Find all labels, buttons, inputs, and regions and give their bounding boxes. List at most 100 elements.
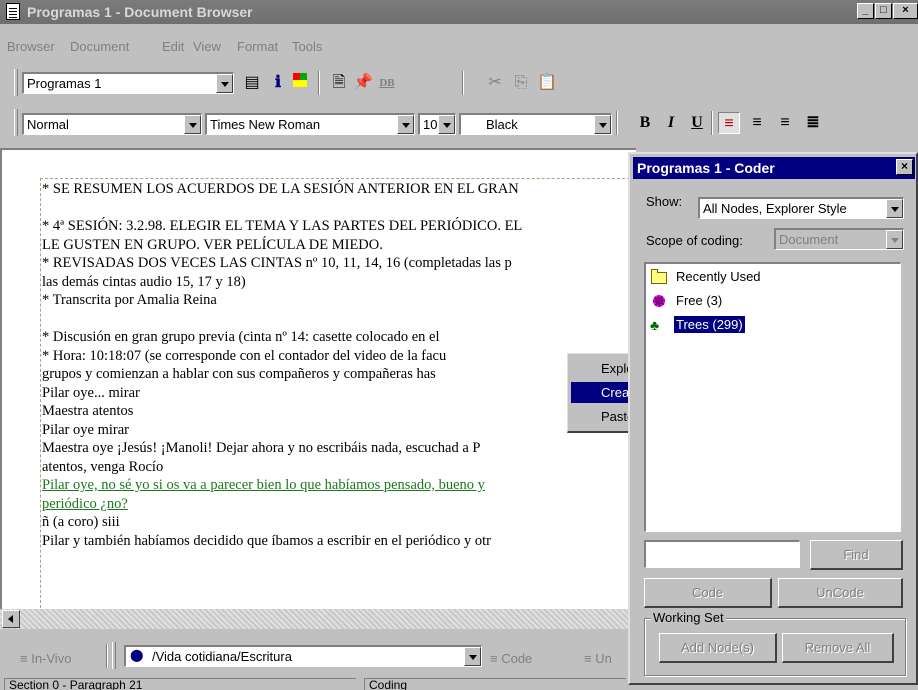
style-select[interactable]: Normal [22,113,202,135]
text-line: * Transcrita por Amalia Reina [42,292,217,308]
remove-all-button[interactable]: Remove All [782,633,894,663]
menu-edit[interactable]: Edit [162,39,184,54]
free-node-icon [650,293,668,309]
text-line: LE GUSTEN EN GRUPO. VER PELÍCULA DE MIED… [42,236,383,253]
toolbar-grip[interactable] [112,642,116,669]
uncode-button[interactable]: ≡ Un [584,651,612,666]
node-recently-used[interactable]: Recently Used [650,268,763,288]
menu-view[interactable]: View [193,39,221,54]
scroll-left-button[interactable] [2,610,20,628]
lines-icon: ≡ [490,651,502,666]
text-line: Pilar y también habíamos decidido que íb… [42,532,491,549]
nodes-grid-icon[interactable] [289,72,311,94]
working-set-label: Working Set [651,610,726,625]
text-line: grupos y comienzan a hablar con sus comp… [42,366,436,382]
document-text[interactable]: * SE RESUMEN LOS ACUERDOS DE LA SESIÓN A… [42,180,636,620]
title-bar: Programas 1 - Document Browser _ □ × [0,0,918,24]
node-icon: ⬤ [130,648,144,662]
show-select[interactable]: All Nodes, Explorer Style [698,197,904,219]
add-nodes-button[interactable]: Add Node(s) [659,633,777,663]
align-center-icon[interactable]: ≡ [746,112,768,134]
window-title: Programas 1 - Document Browser [27,4,253,20]
text-line: * SE RESUMEN LOS ACUERDOS DE LA SESIÓN A… [42,181,519,197]
chevron-down-icon[interactable] [438,115,455,134]
cut-icon[interactable]: ✂ [484,72,506,94]
align-justify-icon[interactable]: ≣ [802,112,824,134]
node-path-select[interactable]: ⬤ /Vida cotidiana/Escritura [124,645,482,667]
menu-bar: Browser Document Edit View Format Tools [0,36,918,60]
text-line: Maestra oye ¡Jesús! ¡Manoli! Dejar ahora… [42,440,481,456]
document-select[interactable]: Programas 1 [22,72,234,94]
coder-window: Programas 1 - Coder × Show: All Nodes, E… [628,152,918,685]
text-line: * REVISADAS DOS VECES LAS CINTAS nº 10, … [42,255,512,271]
main-toolbar: Programas 1 ▤ ℹ 🗎 📌 DB ✂ ⎘ 📋 [0,64,918,100]
toolbar-separator [616,111,618,135]
toolbar-separator [462,71,464,95]
format-toolbar: Normal Times New Roman 10 Black B I U ≡ … [0,104,918,140]
chevron-down-icon[interactable] [464,647,481,666]
invivo-button[interactable]: ≡ In-Vivo [20,651,71,666]
working-set-group: Working Set Add Node(s) Remove All [644,610,906,676]
text-line: * Discusión en gran grupo previa (cinta … [42,329,440,345]
toolbar-grip[interactable] [14,69,18,96]
close-button[interactable]: × [896,159,913,175]
chevron-down-icon[interactable] [886,199,903,218]
document-icon [6,3,20,20]
maximize-button[interactable]: □ [875,3,892,19]
browse-book-icon[interactable]: ▤ [241,72,263,94]
code-button[interactable]: ≡ Code [490,651,532,666]
bold-button[interactable]: B [634,112,656,134]
font-select[interactable]: Times New Roman [205,113,415,135]
paste-icon[interactable]: 📋 [536,72,558,94]
chevron-down-icon[interactable] [594,115,611,134]
find-input[interactable] [644,540,800,568]
font-size-select[interactable]: 10 [418,113,456,135]
document-icon[interactable]: 🗎 [328,72,350,94]
text-line: * Hora: 10:18:07 (se corresponde con el … [42,347,447,364]
coded-text-line[interactable]: periódico ¿no? [42,495,636,514]
toolbar-grip[interactable] [14,109,18,136]
text-line [42,199,636,218]
align-right-icon[interactable]: ≡ [774,112,796,134]
text-line: Pilar oye mirar [42,421,129,438]
chevron-down-icon[interactable] [886,230,903,249]
chevron-down-icon[interactable] [216,74,233,93]
chevron-down-icon[interactable] [184,115,201,134]
menu-format[interactable]: Format [237,39,278,54]
node-trees[interactable]: ♣ Trees (299) [650,315,746,336]
chevron-down-icon[interactable] [397,115,414,134]
coded-text-line[interactable]: Pilar oye, no sé yo si os va a parecer b… [42,476,636,495]
text-line: Pilar oye... mirar [42,384,140,401]
database-icon[interactable]: DB [376,72,398,94]
status-coding: Coding [364,678,626,690]
underline-button[interactable]: U [686,112,708,134]
text-line: * 4ª SESIÓN: 3.2.98. ELEGIR EL TEMA Y LA… [42,218,523,234]
text-line: ñ (a coro) siii [42,514,120,530]
horizontal-scrollbar[interactable] [0,609,636,629]
status-position: Section 0 - Paragraph 21 [4,678,356,690]
node-tree[interactable]: Recently Used Free (3) ♣ Trees (299) [644,262,901,532]
pushpin-icon[interactable]: 📌 [352,72,374,94]
align-left-icon[interactable]: ≡ [718,112,740,134]
toolbar-separator [318,71,320,95]
node-free[interactable]: Free (3) [650,292,724,312]
tree-icon: ♣ [650,316,660,333]
uncode-button[interactable]: UnCode [778,578,903,608]
scope-select[interactable]: Document [774,228,904,250]
menu-document[interactable]: Document [70,39,129,54]
toolbar-separator [106,644,108,668]
info-icon[interactable]: ℹ [267,72,289,94]
coder-title-bar: Programas 1 - Coder × [633,157,915,179]
text-line [42,310,636,329]
find-button[interactable]: Find [810,540,903,570]
copy-icon[interactable]: ⎘ [510,72,532,94]
code-button[interactable]: Code [644,578,772,608]
show-label: Show: [646,194,683,209]
italic-button[interactable]: I [660,112,682,134]
minimize-button[interactable]: _ [857,3,874,19]
menu-tools[interactable]: Tools [292,39,322,54]
menu-browser[interactable]: Browser [7,39,55,54]
color-select[interactable]: Black [459,113,612,135]
folder-icon [650,268,668,285]
close-button[interactable]: × [893,3,918,19]
